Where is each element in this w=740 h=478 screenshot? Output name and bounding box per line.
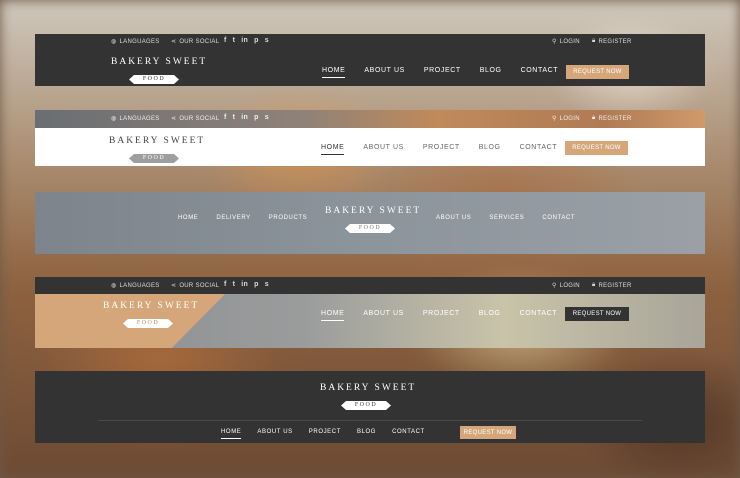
nav-home[interactable]: HOME <box>321 310 345 321</box>
register-link[interactable]: 🔒︎ REGISTER <box>592 115 632 122</box>
nav-services[interactable]: SERVICES <box>489 215 524 225</box>
main-nav: HOME ABOUT US PROJECT BLOG CONTACT <box>321 144 557 155</box>
nav-home[interactable]: HOME <box>178 215 198 225</box>
nav-delivery[interactable]: DELIVERY <box>216 215 250 225</box>
lock-icon: 🔒︎ <box>592 282 596 288</box>
facebook-icon[interactable]: f <box>224 281 227 288</box>
languages-link[interactable]: ◍ LANGUAGES <box>111 115 160 123</box>
nav-contact[interactable]: CONTACT <box>392 429 425 439</box>
nav-blog[interactable]: BLOG <box>479 144 501 155</box>
header-variant-5: BAKERY SWEET FOOD HOME ABOUT US PROJECT … <box>35 371 705 443</box>
pinterest-icon[interactable]: p <box>254 37 259 44</box>
header-variant-4: ◍ LANGUAGES ⋖ OUR SOCIAL f t in p s ⚲ LO… <box>35 277 705 348</box>
lock-icon: 🔒︎ <box>592 38 596 44</box>
skype-icon[interactable]: s <box>265 37 269 44</box>
nav-contact[interactable]: CONTACT <box>520 310 558 321</box>
twitter-icon[interactable]: t <box>233 281 236 288</box>
nav-about-us[interactable]: ABOUT US <box>257 429 292 439</box>
login-link[interactable]: ⚲ LOGIN <box>552 282 580 290</box>
skype-icon[interactable]: s <box>265 114 269 121</box>
languages-link[interactable]: ◍ LANGUAGES <box>111 38 160 46</box>
divider <box>98 420 642 421</box>
logo[interactable]: BAKERY SWEET FOOD <box>109 136 203 164</box>
linkedin-icon[interactable]: in <box>241 37 248 44</box>
our-social-label: ⋖ OUR SOCIAL <box>171 38 220 46</box>
nav-project[interactable]: PROJECT <box>423 310 460 321</box>
logo[interactable]: BAKERY SWEET FOOD <box>103 301 197 329</box>
header-variant-1: ◍ LANGUAGES ⋖ OUR SOCIAL f t in p s ⚲ LO… <box>35 34 705 86</box>
header-variant-2: ◍ LANGUAGES ⋖ OUR SOCIAL f t in p s ⚲ LO… <box>35 110 705 166</box>
share-icon: ⋖ <box>171 116 177 122</box>
nav-project[interactable]: PROJECT <box>309 429 341 439</box>
linkedin-icon[interactable]: in <box>241 281 248 288</box>
nav-left: HOME DELIVERY PRODUCTS <box>178 215 307 225</box>
share-icon: ⋖ <box>171 39 177 45</box>
nav-project[interactable]: PROJECT <box>423 144 460 155</box>
our-social-label: ⋖ OUR SOCIAL <box>171 115 220 123</box>
skype-icon[interactable]: s <box>265 281 269 288</box>
linkedin-icon[interactable]: in <box>241 114 248 121</box>
social-icons: f t in p s <box>224 281 269 288</box>
lock-icon: 🔒︎ <box>592 115 596 121</box>
login-link[interactable]: ⚲ LOGIN <box>552 38 580 46</box>
logo[interactable]: BAKERY SWEET FOOD <box>325 206 419 234</box>
nav-blog[interactable]: BLOG <box>479 310 501 321</box>
nav-about-us[interactable]: ABOUT US <box>363 144 403 155</box>
register-link[interactable]: 🔒︎ REGISTER <box>592 38 632 45</box>
globe-icon: ◍ <box>111 283 117 289</box>
nav-blog[interactable]: BLOG <box>480 67 502 78</box>
top-bar: ◍ LANGUAGES ⋖ OUR SOCIAL f t in p s ⚲ LO… <box>35 110 705 128</box>
facebook-icon[interactable]: f <box>224 37 227 44</box>
languages-link[interactable]: ◍ LANGUAGES <box>111 282 160 290</box>
nav-contact[interactable]: CONTACT <box>542 215 575 225</box>
request-now-button[interactable]: REQUEST NOW <box>460 426 516 439</box>
main-nav: HOME ABOUT US PROJECT BLOG CONTACT <box>221 429 425 439</box>
request-now-button[interactable]: REQUEST NOW <box>566 65 629 79</box>
request-now-button[interactable]: REQUEST NOW <box>565 141 628 155</box>
nav-products[interactable]: PRODUCTS <box>269 215 307 225</box>
pinterest-icon[interactable]: p <box>254 114 259 121</box>
nav-contact[interactable]: CONTACT <box>520 144 558 155</box>
main-nav: HOME ABOUT US PROJECT BLOG CONTACT <box>321 310 557 321</box>
search-icon: ⚲ <box>552 116 557 122</box>
nav-about-us[interactable]: ABOUT US <box>363 310 403 321</box>
login-link[interactable]: ⚲ LOGIN <box>552 115 580 123</box>
nav-home[interactable]: HOME <box>322 67 346 78</box>
our-social-label: ⋖ OUR SOCIAL <box>171 282 220 290</box>
nav-home[interactable]: HOME <box>321 144 345 155</box>
globe-icon: ◍ <box>111 39 117 45</box>
search-icon: ⚲ <box>552 39 557 45</box>
logo[interactable]: BAKERY SWEET FOOD <box>320 383 414 411</box>
nav-about-us[interactable]: ABOUT US <box>436 215 471 225</box>
share-icon: ⋖ <box>171 283 177 289</box>
globe-icon: ◍ <box>111 116 117 122</box>
social-icons: f t in p s <box>224 37 269 44</box>
pinterest-icon[interactable]: p <box>254 281 259 288</box>
header-variant-3: HOME DELIVERY PRODUCTS BAKERY SWEET FOOD… <box>35 192 705 254</box>
nav-right: ABOUT US SERVICES CONTACT <box>436 215 575 225</box>
request-now-button[interactable]: REQUEST NOW <box>565 307 629 321</box>
facebook-icon[interactable]: f <box>224 114 227 121</box>
top-bar: ◍ LANGUAGES ⋖ OUR SOCIAL f t in p s ⚲ LO… <box>35 34 705 50</box>
top-bar: ◍ LANGUAGES ⋖ OUR SOCIAL f t in p s ⚲ LO… <box>35 277 705 294</box>
nav-project[interactable]: PROJECT <box>424 67 461 78</box>
nav-about-us[interactable]: ABOUT US <box>364 67 404 78</box>
register-link[interactable]: 🔒︎ REGISTER <box>592 282 632 289</box>
twitter-icon[interactable]: t <box>233 37 236 44</box>
search-icon: ⚲ <box>552 283 557 289</box>
nav-contact[interactable]: CONTACT <box>521 67 559 78</box>
logo[interactable]: BAKERY SWEET FOOD <box>111 57 205 85</box>
nav-home[interactable]: HOME <box>221 429 242 439</box>
main-nav: HOME ABOUT US PROJECT BLOG CONTACT <box>322 67 558 78</box>
social-icons: f t in p s <box>224 114 269 121</box>
nav-blog[interactable]: BLOG <box>357 429 376 439</box>
twitter-icon[interactable]: t <box>233 114 236 121</box>
